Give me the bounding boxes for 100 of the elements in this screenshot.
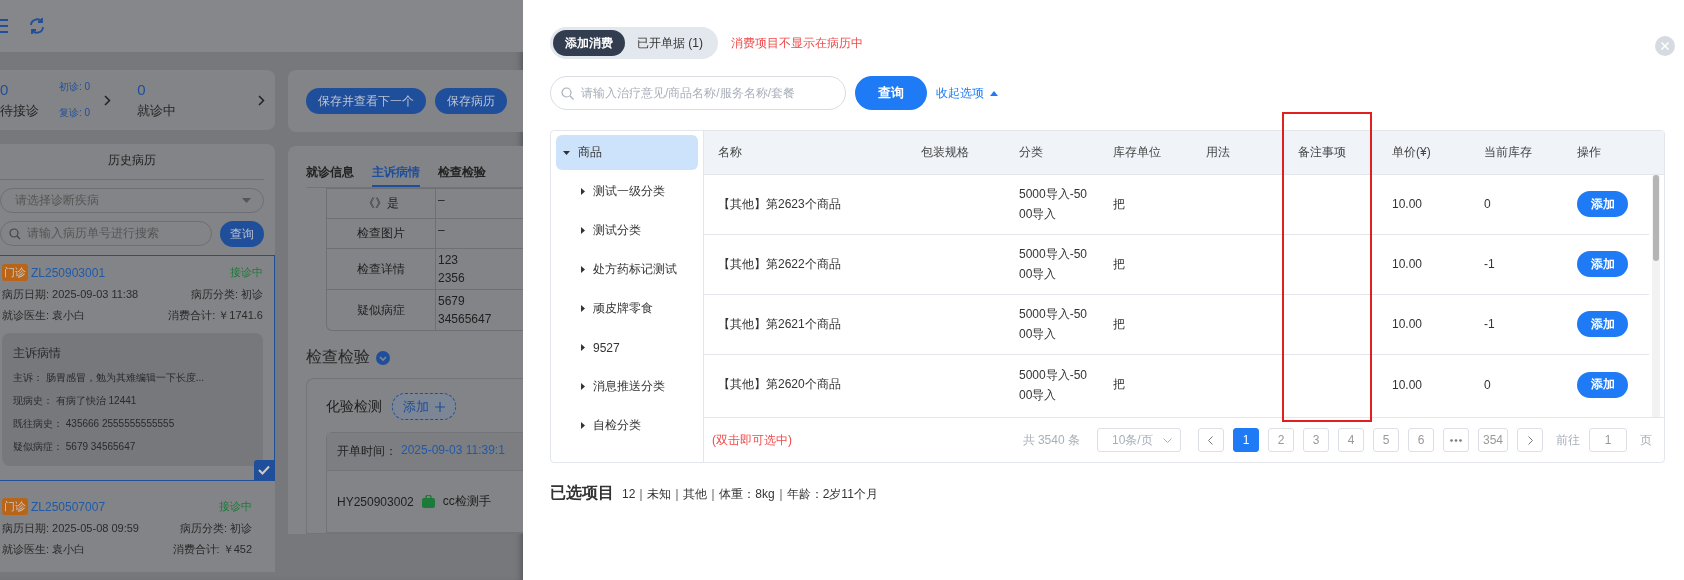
tab[interactable]: 检查检验 bbox=[438, 158, 486, 187]
category-item[interactable]: 处方药标记测试 bbox=[556, 252, 698, 287]
category-item[interactable]: 测试一级分类 bbox=[556, 174, 698, 209]
table-cell-text: 5000导入-5000导入 bbox=[1018, 186, 1089, 224]
table-cell-text: 把 bbox=[1112, 255, 1126, 273]
category-item[interactable]: 测试分类 bbox=[556, 213, 698, 248]
collapse-options-link[interactable]: 收起选项 bbox=[936, 84, 998, 102]
category-item[interactable]: 自检分类 bbox=[556, 408, 698, 443]
table-cell-text: -1 bbox=[1483, 257, 1496, 272]
bag-icon bbox=[421, 495, 435, 508]
next-page-button[interactable] bbox=[1517, 428, 1543, 453]
table-cell-text: – bbox=[437, 192, 446, 209]
check-icon bbox=[254, 460, 274, 480]
page-button[interactable]: 5 bbox=[1372, 428, 1399, 453]
table-cell-text: 10.00 bbox=[1391, 257, 1424, 272]
plus-icon bbox=[435, 401, 445, 412]
caret-right-icon bbox=[581, 305, 585, 312]
table-cell-text: 123 2356 bbox=[437, 252, 466, 287]
chevron-right-icon[interactable] bbox=[258, 94, 265, 106]
stat-label: 就诊中 bbox=[137, 101, 177, 120]
previous-page-button[interactable] bbox=[1197, 428, 1224, 453]
save-button[interactable]: 保存并查看下一个 bbox=[306, 88, 426, 114]
tab[interactable]: 主诉病情 bbox=[372, 158, 420, 187]
more-pages-button[interactable] bbox=[1442, 428, 1469, 453]
add-button[interactable]: 添加 bbox=[1577, 311, 1628, 338]
summary-line: 现病史： 有病了快治 12441 bbox=[13, 394, 138, 408]
tab[interactable]: 就诊信息 bbox=[306, 158, 354, 187]
scrollbar-thumb[interactable] bbox=[1653, 174, 1659, 261]
record-card[interactable]: 门诊 ZL250507007 接诊中 病历日期: 2025-05-08 09:59 病历分类: 初诊 就诊医生: 袁小白 消费合计: ￥452 bbox=[0, 489, 264, 572]
chevron-down-icon bbox=[1162, 437, 1172, 443]
search-button[interactable]: 查询 bbox=[855, 76, 927, 110]
table-cell: 检查图片 bbox=[327, 219, 436, 248]
chevron-down-circle-icon[interactable] bbox=[376, 350, 390, 365]
chevron-right-icon bbox=[1527, 435, 1533, 445]
stat-count: 0 bbox=[137, 80, 147, 98]
order-time: 2025-09-03 11:39:1 bbox=[401, 443, 505, 459]
record-status: 接诊中 bbox=[219, 499, 252, 514]
save-button[interactable]: 保存病历 bbox=[435, 88, 507, 114]
chevron-left-icon bbox=[1208, 435, 1214, 445]
more-icon bbox=[1449, 438, 1462, 442]
menu-icon[interactable] bbox=[0, 19, 8, 33]
category-item[interactable]: 消息推送分类 bbox=[556, 369, 698, 404]
table-cell-text: 0 bbox=[1483, 377, 1492, 392]
page-button[interactable]: 6 bbox=[1407, 428, 1434, 453]
category-item[interactable]: 顽皮牌零食 bbox=[556, 291, 698, 326]
record-total: 消费合计: ￥452 bbox=[172, 542, 252, 557]
refresh-icon[interactable] bbox=[28, 17, 46, 35]
record-doctor: 就诊医生: 袁小白 bbox=[2, 542, 86, 557]
page-size-select[interactable]: 10条/页 bbox=[1096, 428, 1181, 453]
add-button[interactable]: 添加 bbox=[392, 393, 456, 420]
column-header: 包装规格 bbox=[920, 143, 970, 161]
lab-title: 化验检测 bbox=[326, 397, 382, 416]
stat-count: 0 bbox=[0, 80, 10, 98]
goto-label: 前往 bbox=[1556, 431, 1580, 449]
page-unit: 页 bbox=[1640, 431, 1652, 449]
caret-right-icon bbox=[581, 344, 585, 351]
category-item[interactable]: 9527 bbox=[556, 330, 698, 365]
column-header: 名称 bbox=[717, 143, 743, 161]
record-doctor: 就诊医生: 袁小白 bbox=[2, 308, 86, 323]
order-number: HY250903002 bbox=[337, 494, 414, 509]
table-cell-text: 把 bbox=[1112, 315, 1126, 333]
table-cell-text: 把 bbox=[1112, 195, 1126, 213]
search-icon bbox=[9, 227, 21, 240]
close-icon[interactable] bbox=[1655, 36, 1675, 56]
scrollbar[interactable] bbox=[1652, 174, 1660, 418]
table-cell: 《》是 bbox=[327, 189, 436, 218]
tab[interactable]: 添加消费 bbox=[553, 30, 625, 56]
table-cell-text: 0 bbox=[1483, 197, 1492, 212]
tab[interactable]: 已开单据 (1) bbox=[625, 30, 715, 56]
category-item[interactable]: 商品 bbox=[556, 135, 698, 170]
page-button[interactable]: 4 bbox=[1337, 428, 1364, 453]
search-button[interactable]: 查询 bbox=[220, 221, 264, 247]
table-cell-text: 5000导入-5000导入 bbox=[1018, 306, 1089, 344]
search-icon bbox=[561, 86, 574, 100]
stat-label: 待接诊 bbox=[0, 101, 39, 120]
add-button[interactable]: 添加 bbox=[1577, 251, 1628, 278]
history-title: 历史病历 bbox=[0, 152, 264, 180]
page-button[interactable]: 2 bbox=[1267, 428, 1294, 453]
add-button[interactable]: 添加 bbox=[1577, 371, 1628, 398]
table-cell-text: 【其他】第2620个商品 bbox=[717, 376, 842, 394]
first-visit-count: 初诊: 0 bbox=[59, 80, 91, 94]
caret-right-icon bbox=[581, 188, 585, 195]
section-title: 检查检验 bbox=[306, 347, 370, 367]
add-button[interactable]: 添加 bbox=[1577, 191, 1628, 218]
record-status: 接诊中 bbox=[230, 265, 263, 280]
caret-down-icon bbox=[242, 198, 251, 203]
revisit-count: 复诊: 0 bbox=[59, 106, 91, 120]
table-cell-text: 5000导入-5000导入 bbox=[1018, 366, 1089, 404]
caret-right-icon bbox=[581, 227, 585, 234]
record-date: 病历日期: 2025-09-03 11:38 bbox=[2, 287, 139, 302]
page-button[interactable]: 354 bbox=[1477, 428, 1508, 453]
page-input[interactable]: 1 bbox=[1589, 428, 1627, 453]
chevron-right-icon[interactable] bbox=[104, 94, 112, 106]
table-cell: 检查详情 bbox=[327, 249, 436, 289]
caret-right-icon bbox=[581, 383, 585, 390]
record-date: 病历日期: 2025-05-08 09:59 bbox=[2, 521, 139, 536]
page-button[interactable]: 3 bbox=[1302, 428, 1329, 453]
order-item: cc检测手 bbox=[442, 493, 491, 510]
page-button[interactable]: 1 bbox=[1232, 428, 1259, 453]
summary-title: 主诉病情 bbox=[13, 345, 62, 362]
